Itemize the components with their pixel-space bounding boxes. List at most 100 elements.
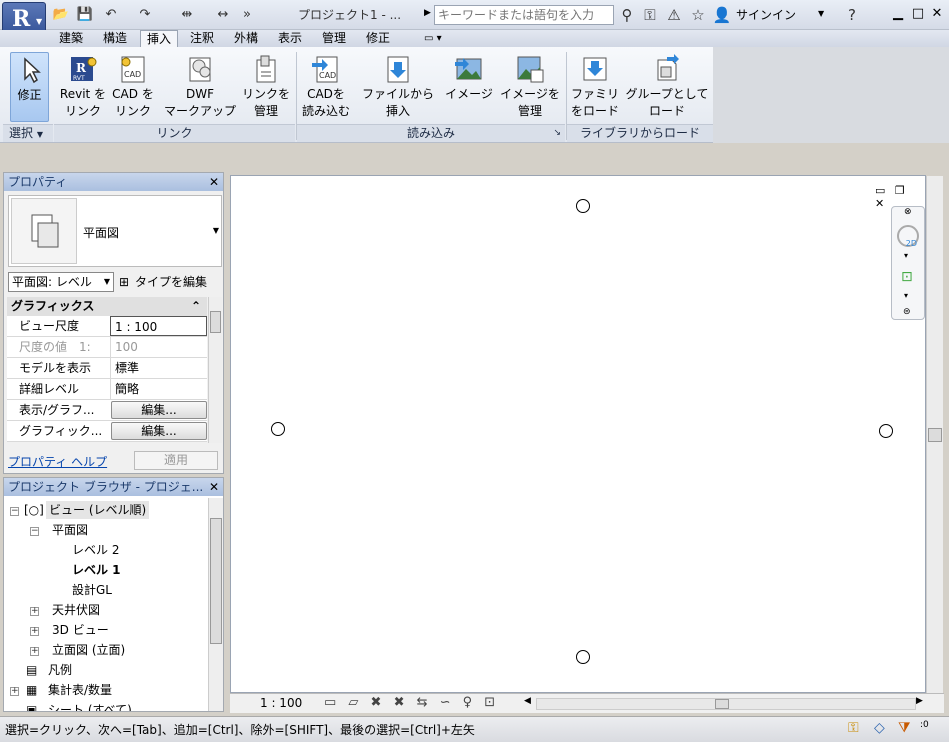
tree-node-ceiling-plans[interactable]: 天井伏図 xyxy=(52,601,100,619)
instance-selector[interactable]: 平面図: レベル ▼ xyxy=(8,272,114,292)
redo-icon[interactable]: ↷ xyxy=(136,6,154,24)
image-button[interactable]: イメージ xyxy=(442,52,496,126)
tree-node-views[interactable]: ビュー (レベル順) xyxy=(46,501,150,519)
apply-button[interactable]: 適用 xyxy=(134,451,218,470)
manage-images-button[interactable]: イメージを 管理 xyxy=(498,52,562,126)
elevation-marker-south[interactable] xyxy=(576,650,590,664)
view-scale-field[interactable]: 1 : 100 xyxy=(110,316,207,336)
dialog-launcher-icon[interactable]: ↘ xyxy=(553,125,561,142)
dwf-markup-button[interactable]: DWF マークアップ xyxy=(162,52,238,126)
insert-from-file-button[interactable]: ファイルから 挿入 xyxy=(358,52,438,126)
ribbon-minimize-toggle[interactable]: ▭ ▾ xyxy=(418,30,448,48)
tab-structure[interactable]: 構造 xyxy=(97,30,133,48)
undo-icon[interactable]: ↶ xyxy=(102,6,120,24)
manage-links-label-1: リンクを xyxy=(241,87,290,101)
expand-node-icon[interactable]: + xyxy=(30,627,39,636)
minimize-button[interactable]: ▁ xyxy=(888,5,908,23)
type-selector[interactable]: 平面図 ▼ xyxy=(8,195,222,267)
link-cad-button[interactable]: CAD CAD を リンク xyxy=(108,52,158,126)
signin-link[interactable]: サインイン xyxy=(736,6,796,23)
elevation-marker-east[interactable] xyxy=(879,424,893,438)
legend-icon: ▤ xyxy=(26,663,38,677)
tab-manage[interactable]: 管理 xyxy=(316,30,352,48)
worksets-icon[interactable]: ⚿ xyxy=(848,720,859,736)
load-as-group-button[interactable]: グループとして ロード xyxy=(624,52,710,126)
expand-node-icon[interactable]: + xyxy=(10,687,19,696)
maximize-button[interactable]: □ xyxy=(908,5,928,23)
open-icon[interactable]: 📂 xyxy=(52,6,70,24)
canvas-vertical-scrollbar[interactable] xyxy=(926,176,943,693)
visibility-graphics-edit-button[interactable]: 編集... xyxy=(111,401,207,419)
favorites-star-icon[interactable]: ☆ xyxy=(688,5,708,25)
close-icon[interactable]: ⊗ xyxy=(904,207,912,217)
properties-scrollbar[interactable] xyxy=(208,297,222,443)
communication-icon[interactable]: ⚠ xyxy=(664,5,684,25)
load-family-button[interactable]: ファミリ をロード xyxy=(568,52,622,126)
tree-node-design-gl[interactable]: 設計GL xyxy=(72,581,112,599)
elevation-marker-north[interactable] xyxy=(576,199,590,213)
expand-node-icon[interactable]: + xyxy=(30,647,39,656)
more-tools-icon[interactable]: » xyxy=(238,6,256,24)
save-icon[interactable]: 💾 xyxy=(76,6,94,24)
scrollbar-thumb[interactable] xyxy=(928,428,942,442)
tree-node-legends[interactable]: 凡例 xyxy=(48,661,72,679)
tab-view[interactable]: 表示 xyxy=(272,30,308,48)
select-panel-label[interactable]: 選択 ▼ xyxy=(3,124,53,142)
tree-node-floor-plans[interactable]: 平面図 xyxy=(52,521,88,539)
binoculars-icon[interactable]: ⚲ xyxy=(617,5,637,25)
modify-button[interactable]: 修正 xyxy=(10,52,49,122)
manage-links-button[interactable]: リンクを 管理 xyxy=(240,52,292,126)
filter-icon[interactable]: ⧩ xyxy=(898,720,911,736)
graphics-section-header[interactable]: グラフィックス ⌃ xyxy=(7,297,207,316)
browser-scrollbar[interactable] xyxy=(208,498,223,711)
drawing-canvas[interactable]: ▭ ❐ ✕ xyxy=(230,175,926,693)
tab-modify[interactable]: 修正 xyxy=(360,30,396,48)
navbar-options-icon[interactable]: ⊜ xyxy=(903,307,911,317)
expand-node-icon[interactable]: + xyxy=(30,607,39,616)
tree-node-schedules[interactable]: 集計表/数量 xyxy=(48,681,112,699)
view-control-icons[interactable]: ▭ ▱ ✖ ✖ ⇆ ∽ ♀ ⊡ xyxy=(324,695,499,710)
search-input[interactable] xyxy=(434,5,614,25)
tab-site[interactable]: 外構 xyxy=(228,30,264,48)
scrollbar-thumb[interactable] xyxy=(210,311,221,333)
properties-help-link[interactable]: プロパティ ヘルプ xyxy=(8,453,107,470)
collapse-node-icon[interactable]: − xyxy=(30,527,39,536)
scrollbar-thumb[interactable] xyxy=(715,699,729,709)
close-button[interactable]: ✕ xyxy=(927,5,947,23)
tree-node-3d-views[interactable]: 3D ビュー xyxy=(52,621,109,639)
help-icon[interactable]: ? xyxy=(842,5,862,25)
svg-text:R: R xyxy=(76,61,87,75)
scrollbar-thumb[interactable] xyxy=(210,518,222,644)
import-cad-button[interactable]: CAD CADを 読み込む xyxy=(298,52,354,126)
tree-node-elevations[interactable]: 立面図 (立面) xyxy=(52,641,125,659)
scroll-left-icon[interactable]: ◀ xyxy=(524,696,531,706)
subscription-icon[interactable]: ⚿ xyxy=(640,5,660,25)
link-revit-button[interactable]: R RVT Revit を リンク xyxy=(56,52,110,126)
close-icon[interactable]: ✕ xyxy=(209,478,219,496)
graphic-display-edit-button[interactable]: 編集... xyxy=(111,422,207,440)
elevation-marker-west[interactable] xyxy=(271,422,285,436)
tab-annotate[interactable]: 注釈 xyxy=(184,30,220,48)
close-icon[interactable]: ✕ xyxy=(209,173,219,191)
chevron-down-icon[interactable]: ▾ xyxy=(904,291,908,300)
tab-insert[interactable]: 挿入 xyxy=(140,30,179,48)
steering-wheel-2d-icon[interactable]: 2D xyxy=(897,225,919,248)
display-model-field[interactable]: 標準 xyxy=(110,358,207,378)
tree-node-level-1[interactable]: レベル 1 xyxy=(72,561,121,579)
collapse-node-icon[interactable]: − xyxy=(10,507,19,516)
detail-level-field[interactable]: 簡略 xyxy=(110,379,207,399)
chevron-down-icon[interactable]: ▾ xyxy=(904,251,908,260)
zoom-region-icon[interactable]: ⊡ xyxy=(901,269,913,285)
tree-node-sheets[interactable]: シート (すべて) xyxy=(48,701,132,711)
scroll-right-icon[interactable]: ▶ xyxy=(916,696,923,706)
measure-icon[interactable]: ⇹ xyxy=(178,6,196,24)
tab-architecture[interactable]: 建築 xyxy=(53,30,89,48)
design-options-icon[interactable]: ◇ xyxy=(874,720,885,736)
edit-type-button[interactable]: ⊞ タイプを編集 xyxy=(119,273,221,291)
tree-node-level-2[interactable]: レベル 2 xyxy=(72,541,119,559)
dimension-icon[interactable]: ↔ xyxy=(214,6,232,24)
view-scale-button[interactable]: 1 : 100 xyxy=(260,696,302,710)
navigation-bar: ⊗ 2D ▾ ⊡ ▾ ⊜ xyxy=(891,206,925,320)
canvas-horizontal-scrollbar[interactable] xyxy=(536,698,916,710)
chevron-down-icon[interactable]: ▼ xyxy=(818,9,824,18)
